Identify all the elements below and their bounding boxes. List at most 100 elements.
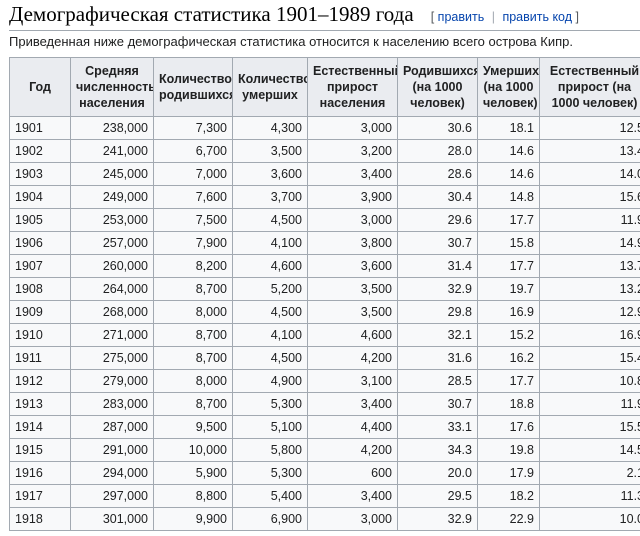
cell-year: 1906 xyxy=(9,231,71,255)
cell-natural-growth: 3,000 xyxy=(307,507,398,531)
cell-population: 241,000 xyxy=(70,139,154,163)
cell-year: 1918 xyxy=(9,507,71,531)
cell-growth-rate: 14.0 xyxy=(539,162,640,186)
cell-year: 1912 xyxy=(9,369,71,393)
cell-growth-rate: 11.9 xyxy=(539,392,640,416)
cell-birth-rate: 33.1 xyxy=(397,415,478,439)
cell-deaths: 4,100 xyxy=(232,323,308,347)
cell-year: 1907 xyxy=(9,254,71,278)
cell-death-rate: 17.7 xyxy=(477,208,540,232)
table-row: 1912279,0008,0004,9003,10028.517.710.8 xyxy=(9,369,640,393)
cell-population: 291,000 xyxy=(70,438,154,462)
cell-births: 6,700 xyxy=(153,139,233,163)
column-header-year[interactable]: Год xyxy=(9,57,71,117)
cell-population: 283,000 xyxy=(70,392,154,416)
table-row: 1901238,0007,3004,3003,00030.618.112.5 xyxy=(9,116,640,140)
cell-natural-growth: 3,000 xyxy=(307,208,398,232)
cell-births: 8,700 xyxy=(153,323,233,347)
cell-year: 1913 xyxy=(9,392,71,416)
table-row: 1913283,0008,7005,3003,40030.718.811.9 xyxy=(9,392,640,416)
edit-link[interactable]: править xyxy=(438,10,485,24)
cell-population: 249,000 xyxy=(70,185,154,209)
column-header-population[interactable]: Средняя численность населения xyxy=(70,57,154,117)
cell-death-rate: 18.1 xyxy=(477,116,540,140)
cell-growth-rate: 15.4 xyxy=(539,346,640,370)
cell-births: 8,800 xyxy=(153,484,233,508)
cell-year: 1901 xyxy=(9,116,71,140)
cell-population: 264,000 xyxy=(70,277,154,301)
cell-birth-rate: 34.3 xyxy=(397,438,478,462)
table-row: 1915291,00010,0005,8004,20034.319.814.5 xyxy=(9,438,640,462)
cell-population: 271,000 xyxy=(70,323,154,347)
cell-births: 7,000 xyxy=(153,162,233,186)
cell-births: 8,700 xyxy=(153,346,233,370)
cell-deaths: 4,500 xyxy=(232,208,308,232)
column-header-growth-rate[interactable]: Естественный прирост (на 1000 человек) xyxy=(539,57,640,117)
cell-natural-growth: 3,200 xyxy=(307,139,398,163)
column-header-natural-growth[interactable]: Естественный прирост населения xyxy=(307,57,398,117)
cell-deaths: 4,500 xyxy=(232,300,308,324)
cell-births: 8,200 xyxy=(153,254,233,278)
column-header-births[interactable]: Количество родившихся xyxy=(153,57,233,117)
table-row: 1903245,0007,0003,6003,40028.614.614.0 xyxy=(9,162,640,186)
cell-birth-rate: 30.7 xyxy=(397,392,478,416)
cell-population: 297,000 xyxy=(70,484,154,508)
cell-natural-growth: 3,000 xyxy=(307,116,398,140)
cell-growth-rate: 15.6 xyxy=(539,185,640,209)
cell-population: 260,000 xyxy=(70,254,154,278)
cell-deaths: 4,500 xyxy=(232,346,308,370)
cell-natural-growth: 3,400 xyxy=(307,392,398,416)
cell-deaths: 3,500 xyxy=(232,139,308,163)
cell-natural-growth: 3,400 xyxy=(307,162,398,186)
cell-natural-growth: 3,500 xyxy=(307,277,398,301)
cell-year: 1905 xyxy=(9,208,71,232)
cell-death-rate: 19.7 xyxy=(477,277,540,301)
cell-death-rate: 14.8 xyxy=(477,185,540,209)
cell-growth-rate: 2.1 xyxy=(539,461,640,485)
cell-growth-rate: 16.9 xyxy=(539,323,640,347)
table-row: 1904249,0007,6003,7003,90030.414.815.6 xyxy=(9,185,640,209)
cell-birth-rate: 28.6 xyxy=(397,162,478,186)
cell-population: 257,000 xyxy=(70,231,154,255)
cell-deaths: 4,100 xyxy=(232,231,308,255)
heading-divider xyxy=(9,30,640,31)
cell-deaths: 5,800 xyxy=(232,438,308,462)
cell-death-rate: 16.9 xyxy=(477,300,540,324)
cell-natural-growth: 3,900 xyxy=(307,185,398,209)
cell-year: 1908 xyxy=(9,277,71,301)
cell-growth-rate: 12.5 xyxy=(539,116,640,140)
cell-growth-rate: 15.5 xyxy=(539,415,640,439)
section-heading: Демографическая статистика 1901–1989 год… xyxy=(9,0,640,30)
table-row: 1917297,0008,8005,4003,40029.518.211.3 xyxy=(9,484,640,508)
cell-growth-rate: 14.5 xyxy=(539,438,640,462)
cell-death-rate: 17.7 xyxy=(477,254,540,278)
cell-growth-rate: 11.3 xyxy=(539,484,640,508)
cell-births: 9,500 xyxy=(153,415,233,439)
cell-year: 1916 xyxy=(9,461,71,485)
cell-death-rate: 15.2 xyxy=(477,323,540,347)
cell-death-rate: 16.2 xyxy=(477,346,540,370)
cell-population: 287,000 xyxy=(70,415,154,439)
cell-population: 268,000 xyxy=(70,300,154,324)
cell-natural-growth: 4,200 xyxy=(307,438,398,462)
column-header-birth-rate[interactable]: Родившихся (на 1000 человек) xyxy=(397,57,478,117)
cell-growth-rate: 13.2 xyxy=(539,277,640,301)
cell-birth-rate: 29.8 xyxy=(397,300,478,324)
table-row: 1906257,0007,9004,1003,80030.715.814.9 xyxy=(9,231,640,255)
cell-growth-rate: 11.9 xyxy=(539,208,640,232)
intro-paragraph: Приведенная ниже демографическая статист… xyxy=(9,34,573,49)
cell-population: 238,000 xyxy=(70,116,154,140)
column-header-deaths[interactable]: Количество умерших xyxy=(232,57,308,117)
cell-birth-rate: 30.7 xyxy=(397,231,478,255)
cell-deaths: 4,600 xyxy=(232,254,308,278)
cell-birth-rate: 30.6 xyxy=(397,116,478,140)
column-header-death-rate[interactable]: Умерших (на 1000 человек) xyxy=(477,57,540,117)
cell-death-rate: 22.9 xyxy=(477,507,540,531)
cell-population: 301,000 xyxy=(70,507,154,531)
cell-births: 7,300 xyxy=(153,116,233,140)
cell-growth-rate: 10.8 xyxy=(539,369,640,393)
cell-natural-growth: 600 xyxy=(307,461,398,485)
edit-code-link[interactable]: править код xyxy=(502,10,572,24)
cell-death-rate: 14.6 xyxy=(477,139,540,163)
cell-natural-growth: 3,400 xyxy=(307,484,398,508)
